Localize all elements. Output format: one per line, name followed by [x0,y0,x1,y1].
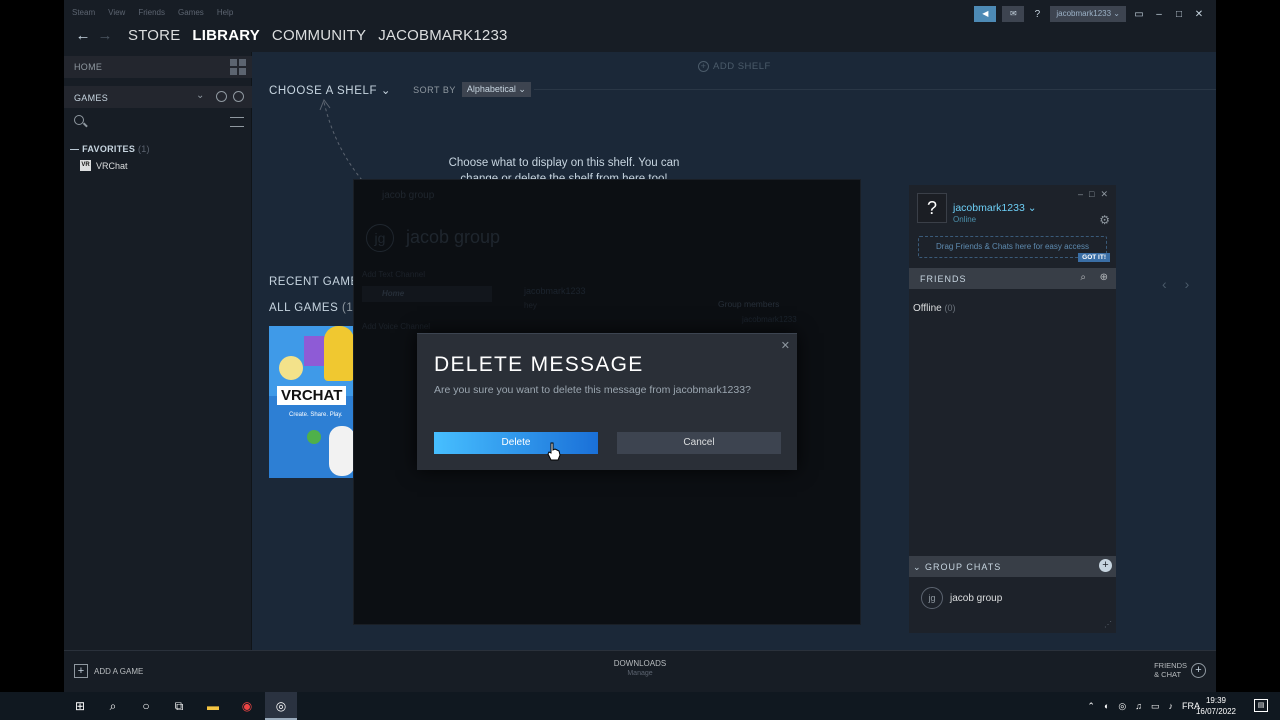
chrome-icon[interactable]: ◉ [231,692,263,720]
task-view-icon[interactable]: ⧉ [163,692,195,720]
clock-date: 16/07/2022 [1195,707,1236,716]
file-explorer-icon[interactable]: ▬ [197,692,229,720]
tray-chevron-icon[interactable]: ⌃ [1087,701,1095,712]
dialog-message: Are you sure you want to delete this mes… [434,384,751,396]
network-icon[interactable]: ▭ [1151,701,1160,712]
tray-app-icon[interactable]: ◐ [1104,701,1109,711]
delete-button[interactable]: Delete [434,432,598,454]
hand-cursor-icon [547,442,561,461]
clock[interactable]: 19:39 16/07/2022 [1196,695,1236,717]
windows-taskbar: ⊞ ⌕ ○ ⧉ ▬ ◉ ◎ ⌃ ◐ ◎ ♫ ▭ ♪ FRA 19:39 16/0… [0,692,1280,720]
volume-icon[interactable]: ♪ [1169,701,1174,711]
microphone-icon[interactable]: ♫ [1135,701,1142,711]
delete-message-dialog: ✕ DELETE MESSAGE Are you sure you want t… [417,333,797,470]
cortana-icon[interactable]: ○ [130,692,162,720]
search-icon[interactable]: ⌕ [97,692,129,720]
tray-app-icon-2[interactable]: ◎ [1118,701,1126,712]
dialog-title: DELETE MESSAGE [434,353,644,376]
steam-taskbar-icon[interactable]: ◎ [265,692,297,720]
windows-start-icon[interactable]: ⊞ [64,692,96,720]
clock-time: 19:39 [1205,696,1226,705]
cancel-button[interactable]: Cancel [617,432,781,454]
close-icon[interactable]: ✕ [781,339,790,352]
system-tray: ⌃ ◐ ◎ ♫ ▭ ♪ FRA [1087,692,1200,720]
screen: Steam View Friends Games Help ← → STORE … [0,0,1280,720]
notification-center-icon[interactable]: ▤ [1254,699,1268,712]
steam-window: Steam View Friends Games Help ← → STORE … [64,0,1216,692]
